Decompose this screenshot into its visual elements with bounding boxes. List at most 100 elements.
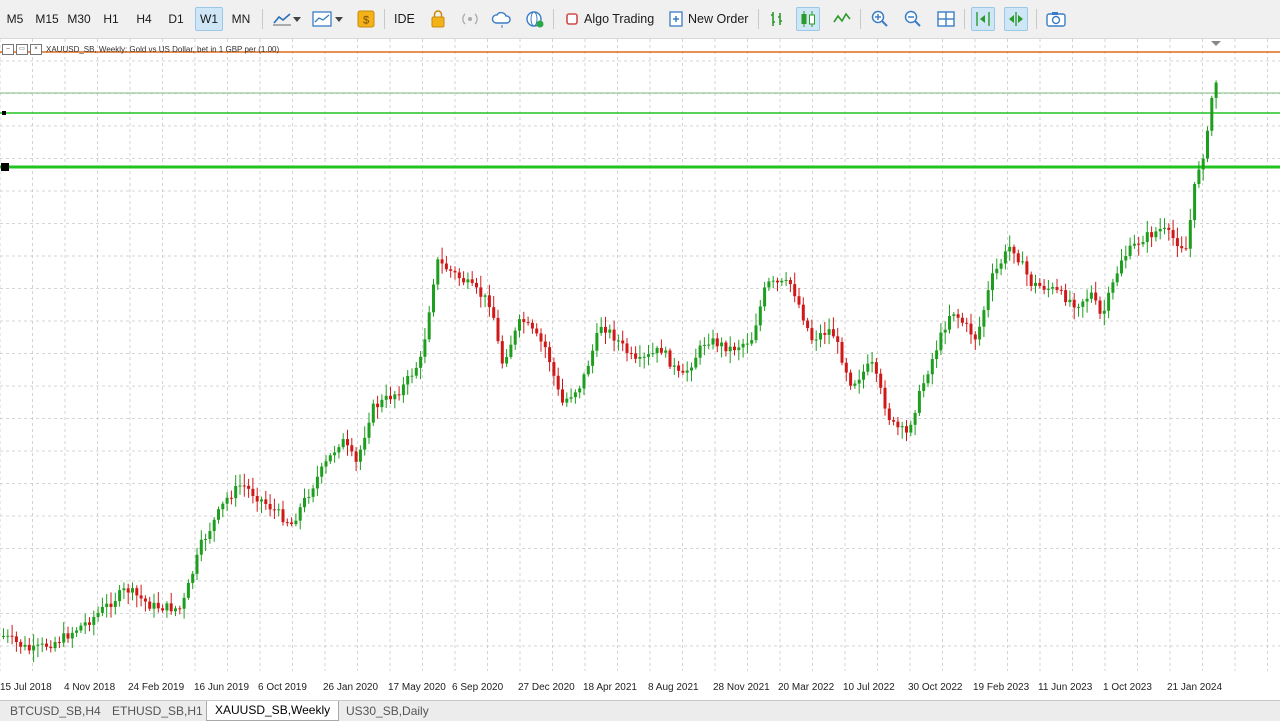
candle-body — [122, 588, 126, 591]
candle-body — [857, 379, 861, 384]
cloud-icon[interactable] — [490, 7, 514, 31]
timeframe-h1[interactable]: H1 — [98, 8, 124, 30]
timeframe-mn[interactable]: MN — [227, 8, 255, 30]
candle-body — [281, 509, 285, 523]
candle-body — [801, 304, 805, 321]
candle-body — [109, 603, 113, 607]
price-chart[interactable]: 15 Jul 2018 4 Nov 2018 24 Feb 2019 16 Jun 2… — [0, 39, 1280, 699]
candle-body — [1214, 82, 1218, 98]
candle-body — [315, 476, 319, 489]
dollar-icon[interactable]: $ — [354, 7, 378, 31]
zoom-out-icon[interactable] — [901, 7, 925, 31]
candle-body — [1012, 246, 1016, 254]
indicators-icon[interactable] — [310, 7, 334, 31]
candle-body — [616, 340, 620, 342]
candle-body — [294, 520, 298, 525]
vps-globe-icon[interactable] — [523, 7, 547, 31]
chart-shift-icon[interactable] — [1004, 7, 1028, 31]
candle-body — [1184, 248, 1188, 250]
candle-body — [251, 488, 255, 496]
candle-body — [1158, 228, 1162, 232]
candle-body — [535, 328, 539, 334]
x-axis-label: 11 Jun 2023 — [1038, 682, 1093, 693]
timeframe-m30[interactable]: M30 — [64, 8, 94, 30]
candle-body — [1206, 130, 1209, 159]
candle-body — [1137, 243, 1141, 245]
candle-body — [978, 326, 982, 340]
candle-body — [260, 499, 263, 502]
candle-body — [634, 353, 638, 359]
candle-body — [1175, 238, 1179, 247]
tab-us30[interactable]: US30_SB,Daily — [338, 702, 437, 721]
timeframe-m15[interactable]: M15 — [32, 8, 62, 30]
candle-body — [767, 281, 771, 288]
candle-body — [324, 461, 328, 467]
auto-scroll-icon[interactable] — [971, 7, 995, 31]
candle-body — [776, 280, 779, 283]
candle-body — [1042, 285, 1046, 290]
candle-body — [677, 365, 681, 371]
candle-body — [195, 554, 199, 574]
line-icon[interactable] — [830, 7, 854, 31]
screenshot-camera-icon[interactable] — [1044, 7, 1068, 31]
candle-body — [479, 287, 483, 297]
tab-xauusd[interactable]: XAUUSD_SB,Weekly — [206, 701, 340, 721]
candle-body — [935, 350, 939, 360]
x-axis-label: 8 Aug 2021 — [648, 682, 699, 693]
candle-body — [930, 359, 934, 375]
candle-body — [337, 447, 341, 453]
candle-body — [113, 601, 117, 607]
timeframe-w1[interactable]: W1 — [195, 7, 223, 31]
lock-icon[interactable] — [426, 7, 450, 31]
algo-trading-button[interactable]: Algo Trading — [584, 8, 658, 30]
algo-trading-stop-icon[interactable] — [560, 7, 584, 31]
candle-body — [311, 488, 315, 497]
line-handle — [2, 111, 6, 115]
timeframe-h4[interactable]: H4 — [130, 8, 158, 30]
candle-body — [926, 374, 930, 384]
candle-body — [763, 287, 767, 307]
x-axis-label: 27 Dec 2020 — [518, 682, 575, 693]
chevron-down-icon[interactable] — [290, 7, 304, 31]
candle-body — [522, 319, 526, 323]
candle-body — [393, 394, 397, 400]
candle-body — [883, 387, 887, 409]
candle-body — [131, 588, 134, 593]
toolbar-separator — [964, 9, 965, 29]
timeframe-m5[interactable]: M5 — [2, 8, 28, 30]
ide-button[interactable]: IDE — [394, 8, 418, 30]
candle-body — [290, 522, 294, 525]
chart-canvas[interactable]: 15 Jul 2018 4 Nov 2018 24 Feb 2019 16 Jun 2… — [0, 39, 1280, 699]
candle-body — [1154, 231, 1158, 238]
zoom-in-icon[interactable] — [868, 7, 892, 31]
candle-body — [1094, 292, 1098, 301]
candle-body — [1107, 292, 1111, 311]
tab-btcusd[interactable]: BTCUSD_SB,H4 — [2, 702, 109, 721]
candle-body — [561, 389, 564, 403]
candle-body — [23, 644, 27, 647]
chevron-down-icon[interactable] — [332, 7, 346, 31]
candle-body — [264, 499, 268, 504]
candle-body — [156, 602, 160, 609]
candle-body — [487, 295, 491, 308]
candle-body — [229, 497, 233, 499]
tab-ethusd[interactable]: ETHUSD_SB,H1 — [104, 702, 211, 721]
signal-icon[interactable] — [458, 7, 482, 31]
candle-body — [212, 519, 216, 532]
restore-icon[interactable]: ▭ — [16, 44, 28, 55]
minimize-icon[interactable]: – — [2, 44, 14, 55]
candlestick-icon[interactable] — [796, 7, 820, 31]
candle-body — [586, 365, 590, 375]
candle-body — [1163, 227, 1166, 229]
timeframe-d1[interactable]: D1 — [162, 8, 190, 30]
candle-body — [788, 279, 792, 285]
x-axis-label: 4 Nov 2018 — [64, 682, 116, 693]
candle-body — [543, 341, 547, 348]
candle-body — [784, 279, 788, 281]
new-order-icon[interactable] — [664, 7, 688, 31]
bar-chart-icon[interactable] — [765, 7, 789, 31]
close-icon[interactable]: × — [30, 44, 42, 55]
new-order-button[interactable]: New Order — [688, 8, 750, 30]
candle-body — [1064, 290, 1068, 303]
tile-windows-icon[interactable] — [934, 7, 958, 31]
